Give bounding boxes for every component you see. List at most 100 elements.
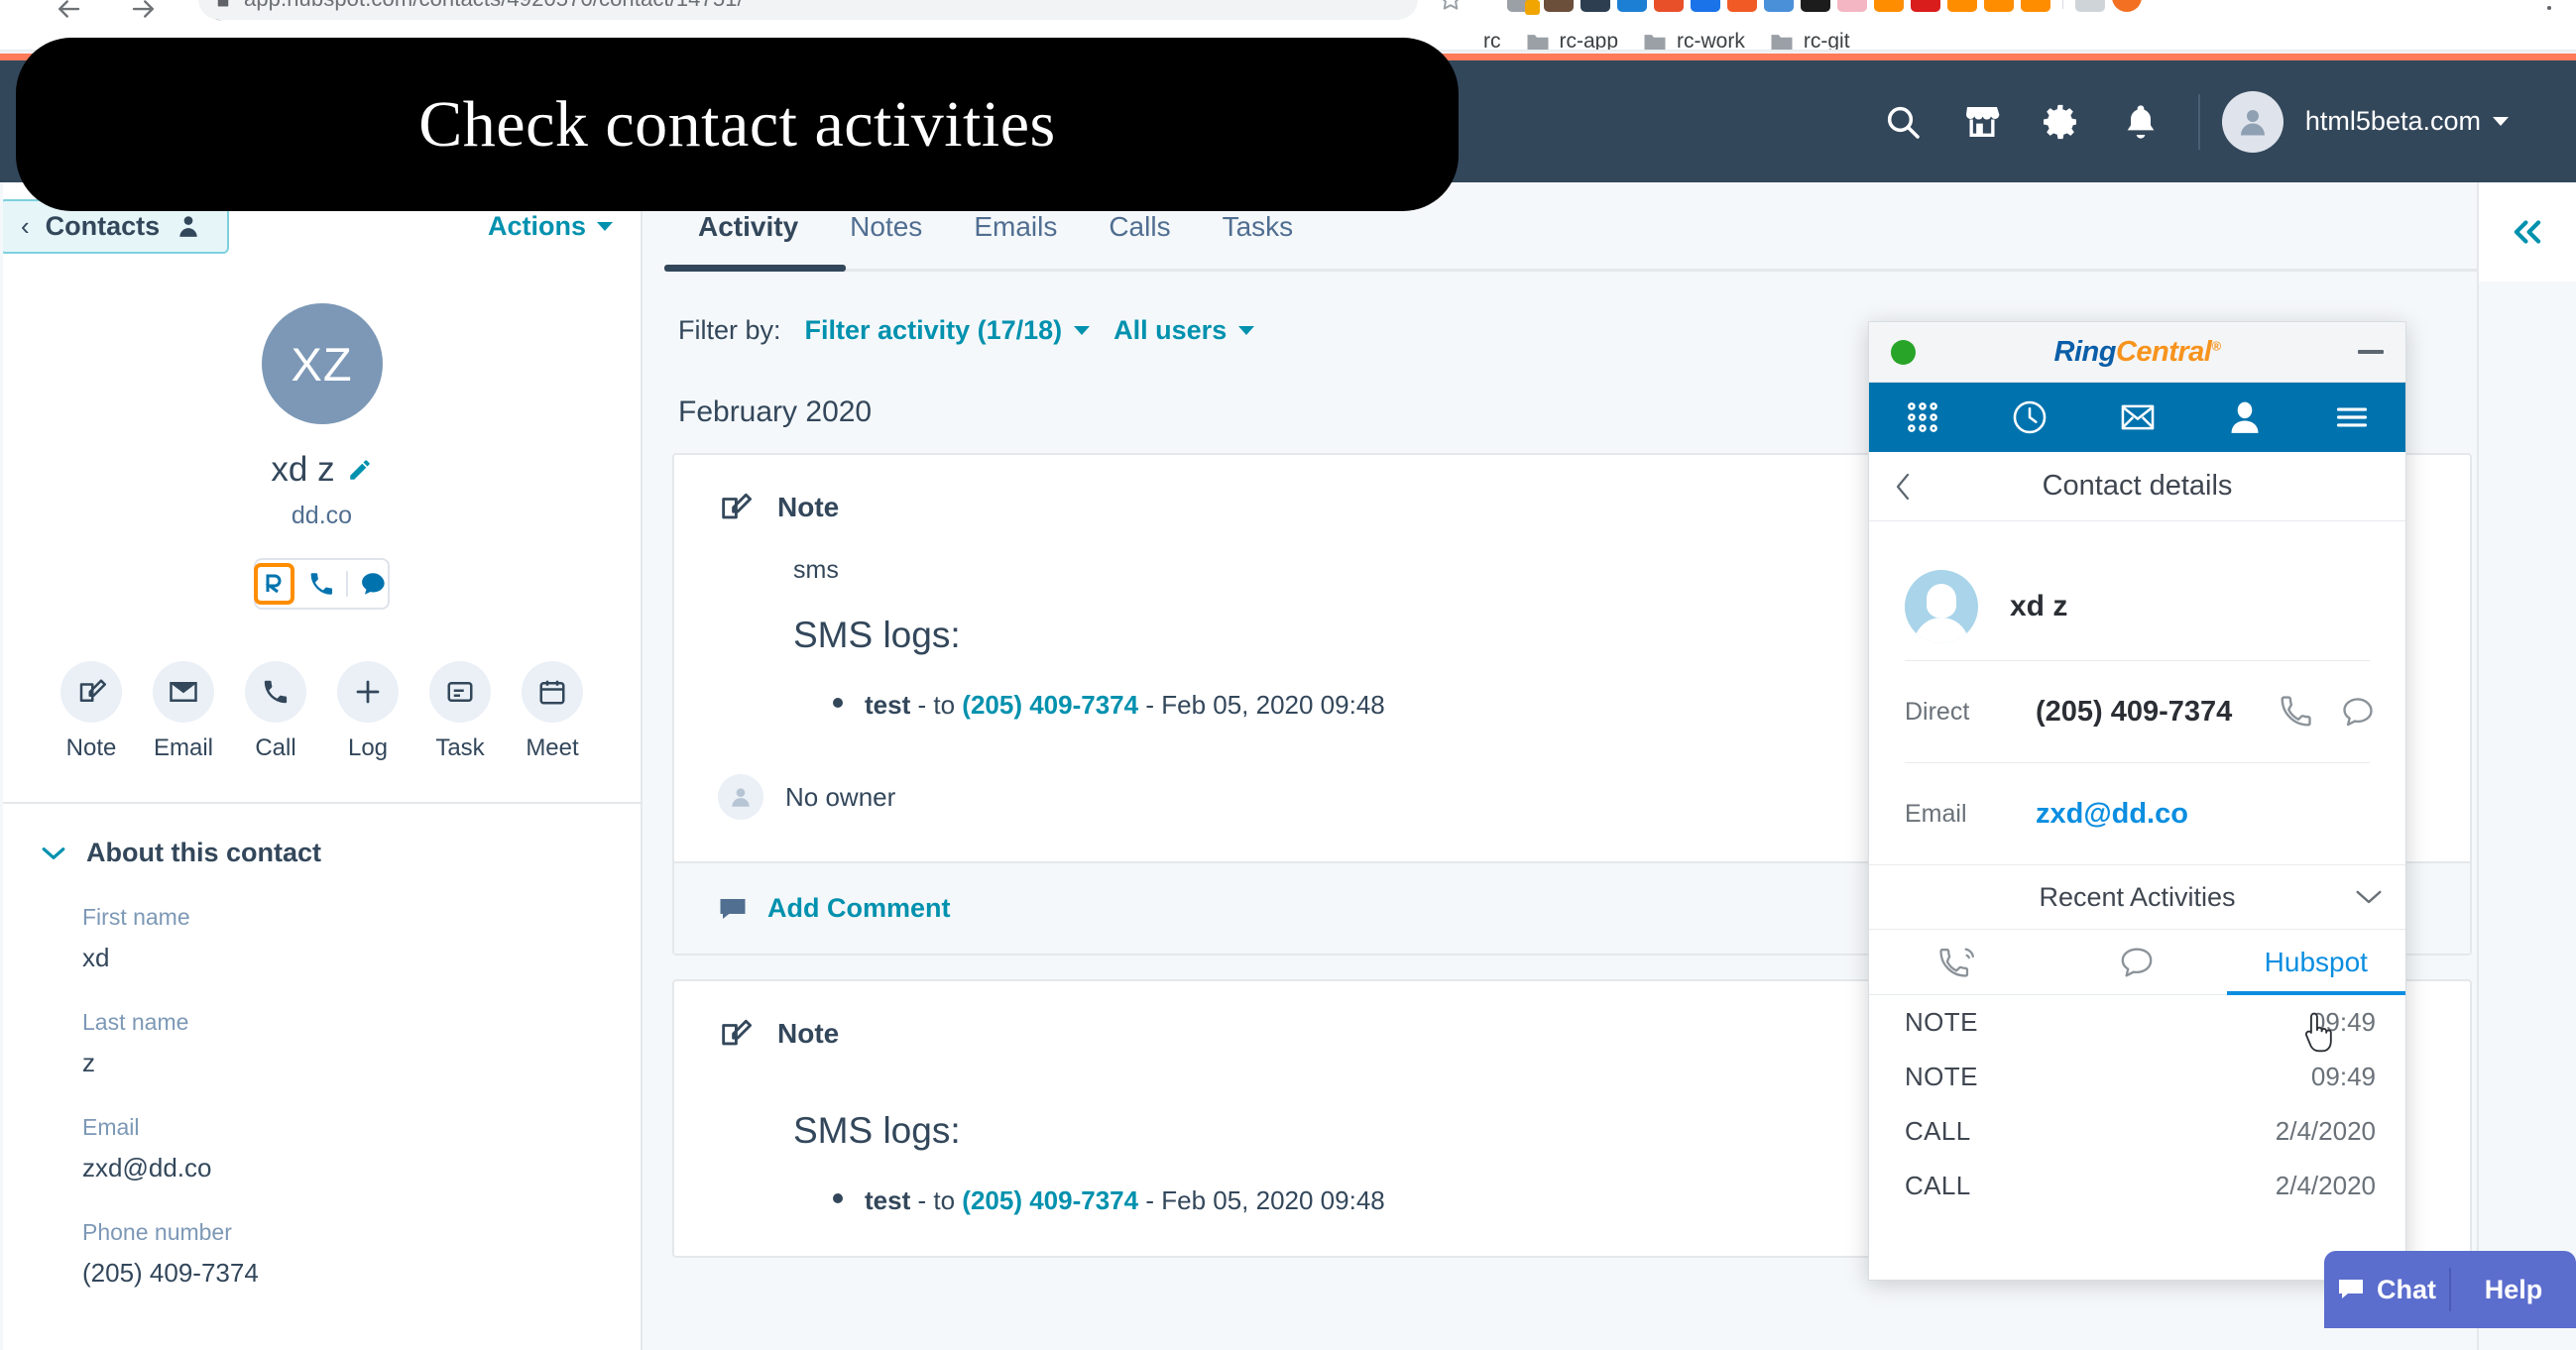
contacts-person-icon[interactable] (2191, 383, 2298, 452)
call-history-clock-icon[interactable] (1976, 383, 2083, 452)
chrome-menu-icon[interactable] (2538, 0, 2560, 10)
chevron-down-icon (2493, 117, 2509, 126)
calendar-icon (522, 661, 583, 723)
extension-icon-4[interactable] (1617, 0, 1647, 12)
chevron-down-icon (597, 222, 613, 231)
log-phone-link[interactable]: (205) 409-7374 (962, 690, 1138, 720)
extension-icon-9[interactable] (1801, 0, 1830, 12)
activity-log-row[interactable]: CALL 2/4/2020 (1869, 1104, 2405, 1159)
field-value[interactable]: xd (82, 943, 641, 973)
extension-icon-10[interactable] (1837, 0, 1867, 12)
marketplace-icon[interactable] (1942, 82, 2022, 162)
filter-activity-label: Filter activity (17/18) (805, 315, 1063, 346)
chat-button[interactable]: Chat (2324, 1275, 2449, 1305)
log-timestamp: - Feb 05, 2020 09:48 (1145, 690, 1384, 720)
help-button[interactable]: Help (2451, 1275, 2576, 1305)
card-owner-name: No owner (785, 782, 895, 813)
call-icon[interactable] (2279, 694, 2314, 730)
extension-icon-1[interactable] (1507, 0, 1537, 12)
quick-action-task[interactable]: Task (420, 661, 500, 762)
help-label: Help (2485, 1275, 2543, 1305)
about-section-header[interactable]: About this contact (3, 804, 641, 868)
contact-field: Email zxd@dd.co (3, 1114, 641, 1183)
extension-icon-8[interactable] (1764, 0, 1794, 12)
tab-calls-icon[interactable] (1869, 930, 2048, 994)
search-icon[interactable] (1863, 82, 1942, 162)
sms-bubble-icon (2118, 946, 2156, 979)
filter-activity-dropdown[interactable]: Filter activity (17/18) (805, 315, 1091, 346)
contact-avatar-icon (1905, 570, 1978, 643)
extension-icon-15[interactable] (2021, 0, 2050, 12)
comment-bubble-icon (718, 896, 748, 922)
contact-field: First name xd (3, 904, 641, 973)
extension-icon-new-badge[interactable] (1691, 0, 1720, 12)
email-value[interactable]: zxd@dd.co (2036, 798, 2188, 831)
direct-label: Direct (1905, 698, 2036, 727)
message-envelope-icon[interactable] (2083, 383, 2190, 452)
recent-activities-header[interactable]: Recent Activities (1869, 864, 2405, 930)
tab-messages-icon[interactable] (2048, 930, 2226, 994)
ringcentral-logo-icon[interactable] (254, 563, 294, 605)
contact-person-icon (176, 212, 201, 240)
note-pencil-icon (718, 491, 752, 524)
quick-action-log[interactable]: Log (328, 661, 408, 762)
dialpad-icon[interactable] (1869, 383, 1976, 452)
ringcentral-contact-name: xd z (2010, 590, 2067, 623)
avatar[interactable] (2222, 91, 2283, 153)
ringcentral-contact-summary: xd z (1869, 521, 2405, 660)
sms-bubble-icon[interactable] (359, 569, 388, 599)
bookmark-star-icon[interactable] (1438, 0, 1464, 12)
field-value[interactable]: (205) 409-7374 (82, 1258, 641, 1289)
quick-action-label: Log (348, 734, 388, 762)
extension-icon-2[interactable] (1544, 0, 1574, 12)
extension-icon-14[interactable] (1984, 0, 2014, 12)
activity-log-row[interactable]: CALL 2/4/2020 (1869, 1159, 2405, 1213)
extension-icon-3[interactable] (1581, 0, 1610, 12)
extension-icon-13[interactable] (1947, 0, 1977, 12)
chat-label: Chat (2377, 1275, 2436, 1305)
address-bar[interactable]: app.hubspot.com/contacts/4920570/contact… (198, 0, 1418, 20)
quick-action-email[interactable]: Email (144, 661, 223, 762)
log-type: NOTE (1905, 1062, 1978, 1092)
collapse-panel-button[interactable] (2479, 182, 2576, 281)
instruction-overlay-banner: Check contact activities (16, 38, 1459, 211)
menu-hamburger-icon[interactable] (2298, 383, 2405, 452)
direct-actions (2279, 694, 2376, 730)
contact-avatar: XZ (262, 303, 383, 424)
contact-sidebar: ‹ Contacts Actions XZ xd z dd.co (3, 182, 643, 1350)
extension-icon-5[interactable] (1654, 0, 1684, 12)
navbar-divider (2198, 94, 2200, 150)
quick-action-meet[interactable]: Meet (513, 661, 592, 762)
notifications-bell-icon[interactable] (2101, 82, 2180, 162)
field-label: Phone number (82, 1219, 641, 1246)
account-menu[interactable]: html5beta.com (2305, 106, 2509, 137)
all-users-dropdown[interactable]: All users (1113, 315, 1254, 346)
sms-bubble-icon[interactable] (2340, 694, 2376, 730)
quick-action-call[interactable]: Call (236, 661, 315, 762)
settings-gear-icon[interactable] (2022, 82, 2101, 162)
field-value[interactable]: zxd@dd.co (82, 1153, 641, 1183)
extension-icon-16[interactable] (2075, 0, 2105, 12)
extension-icon-11[interactable] (1874, 0, 1904, 12)
extension-icon-12[interactable] (1911, 0, 1940, 12)
log-phone-link[interactable]: (205) 409-7374 (962, 1185, 1138, 1215)
quick-action-row: Note Email Call (3, 661, 641, 762)
back-label: Contacts (46, 211, 161, 242)
logo-central-text: Central (2116, 336, 2211, 368)
profile-avatar-icon[interactable] (2112, 0, 2142, 12)
actions-dropdown[interactable]: Actions (488, 211, 613, 242)
tab-hubspot[interactable]: Hubspot (2227, 930, 2405, 994)
extension-icon-7[interactable] (1727, 0, 1757, 12)
phone-icon[interactable] (307, 569, 336, 599)
log-type: NOTE (1905, 1007, 1978, 1038)
minimize-icon[interactable] (2358, 350, 2384, 354)
quick-action-note[interactable]: Note (52, 661, 131, 762)
field-value[interactable]: z (82, 1048, 641, 1078)
edit-pencil-icon[interactable] (347, 457, 373, 483)
log-timestamp: - Feb 05, 2020 09:48 (1145, 1185, 1384, 1215)
activity-log-row[interactable]: NOTE 09:49 (1869, 1050, 2405, 1104)
ringcentral-widget: RingCentral® Contact details (1868, 321, 2406, 1281)
bullet-dot-icon (833, 1193, 843, 1203)
panel-title: Contact details (1869, 470, 2405, 503)
recent-activities-label: Recent Activities (1869, 882, 2405, 913)
